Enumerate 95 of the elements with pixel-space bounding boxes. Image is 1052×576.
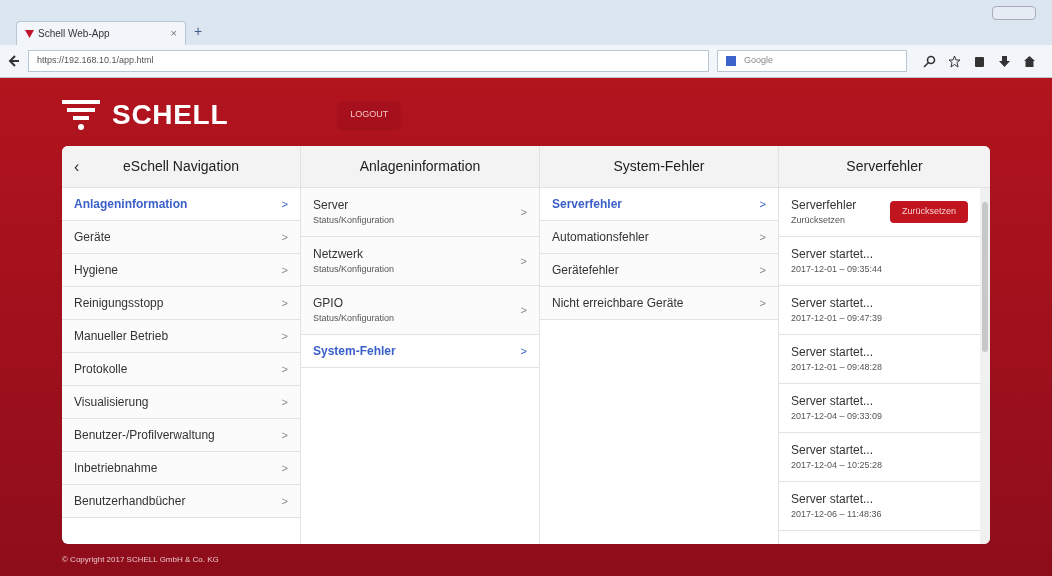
column-title: Serverfehler	[846, 157, 923, 176]
item-label: Server	[313, 197, 350, 215]
chevron-text: >	[281, 295, 288, 311]
chevron-text: >	[759, 262, 766, 278]
menu-item[interactable]: Server Status/Konfiguration >	[301, 188, 539, 237]
menu-item[interactable]: Netzwerk Status/Konfiguration >	[301, 237, 539, 286]
entry-label: Server startet...	[791, 344, 875, 362]
back-arrow-icon[interactable]	[8, 55, 20, 67]
menu-item[interactable]: Gerätefehler >	[540, 254, 778, 287]
item-subtitle: Zurücksetzen	[791, 214, 847, 228]
menu-item[interactable]: Nicht erreichbare Geräte >	[540, 287, 778, 320]
chevron-text: >	[520, 302, 527, 318]
chevron-text: >	[520, 253, 527, 269]
chevron-text: >	[281, 262, 288, 278]
column-title: eSchell Navigation	[123, 157, 239, 176]
chevron-text: >	[281, 328, 288, 344]
item-label: Inbetriebnahme	[74, 460, 158, 477]
chevron-text: >	[281, 427, 288, 443]
column-title: System-Fehler	[613, 157, 705, 176]
item-label: Serverfehler	[791, 197, 857, 215]
item-label: Reinigungsstopp	[74, 295, 164, 312]
entry-time: 2017-12-01 – 09:35:44	[791, 263, 884, 277]
item-label: Netzwerk	[313, 246, 364, 264]
chevron-text: >	[759, 295, 766, 311]
menu-item[interactable]: Inbetriebnahme >	[62, 452, 300, 485]
entry-time: 2017-12-01 – 09:48:28	[791, 361, 884, 375]
home-icon[interactable]	[1023, 54, 1036, 68]
entry-time: 2017-12-06 – 11:48:36	[791, 508, 883, 522]
menu-item[interactable]: Geräte >	[62, 221, 300, 254]
menu-item[interactable]: Benutzerhandbücher >	[62, 485, 300, 518]
item-label: Visualisierung	[74, 394, 149, 411]
chevron-text: >	[281, 394, 288, 410]
item-label: Gerätefehler	[552, 262, 619, 279]
entry-time: 2017-12-04 – 09:33:09	[791, 410, 884, 424]
logo-icon	[62, 97, 100, 133]
logo-icon	[25, 29, 34, 38]
entry-time: 2017-12-01 – 09:47:39	[791, 312, 884, 326]
menu-item[interactable]: Hygiene >	[62, 254, 300, 287]
item-label: Benutzerhandbücher	[74, 493, 186, 510]
close-tab-button[interactable]: ×	[170, 25, 177, 42]
entry-label: Server startet...	[791, 246, 875, 264]
tab-title: Schell Web-App	[38, 27, 111, 41]
chevron-text: >	[520, 204, 527, 220]
menu-item[interactable]: Manueller Betrieb >	[62, 320, 300, 353]
item-label: GPIO	[313, 295, 344, 313]
search-field[interactable]: Google	[717, 50, 907, 72]
item-label: Serverfehler	[552, 196, 623, 213]
chevron-text: >	[281, 460, 288, 476]
browser-tab[interactable]: Schell Web-App ×	[16, 21, 186, 45]
new-tab-button[interactable]: +	[194, 21, 203, 42]
chevron-text: >	[281, 196, 288, 212]
url-text: https://192.168.10.1/app.html	[37, 54, 155, 68]
chevron-text: >	[759, 229, 766, 245]
logout-button[interactable]: LOGOUT	[338, 102, 401, 128]
item-label: Manueller Betrieb	[74, 328, 169, 345]
item-label: Hygiene	[74, 262, 119, 279]
entry-label: Server startet...	[791, 442, 875, 460]
item-label: Nicht erreichbare Geräte	[552, 295, 684, 312]
chevron-text: >	[281, 493, 288, 509]
back-button[interactable]: ‹	[74, 154, 80, 179]
address-field[interactable]: https://192.168.10.1/app.html	[28, 50, 709, 72]
menu-item[interactable]: Visualisierung >	[62, 386, 300, 419]
search-engine-icon	[726, 56, 736, 66]
download-icon[interactable]	[998, 54, 1011, 68]
item-label: Benutzer-/Profilverwaltung	[74, 427, 215, 444]
menu-item[interactable]: GPIO Status/Konfiguration >	[301, 286, 539, 335]
menu-item[interactable]: Automationsfehler >	[540, 221, 778, 254]
chevron-text: >	[520, 343, 527, 359]
item-subtitle: Status/Konfiguration	[313, 263, 395, 277]
entry-time: 2017-12-04 – 10:25:28	[791, 459, 884, 473]
chevron-text: >	[281, 229, 288, 245]
item-label: Geräte	[74, 229, 111, 246]
item-subtitle: Status/Konfiguration	[313, 214, 395, 228]
column-title: Anlageninformation	[359, 157, 481, 176]
item-label: Protokolle	[74, 361, 128, 378]
item-label: Automationsfehler	[552, 229, 649, 246]
search-input[interactable]: Google	[744, 54, 898, 68]
menu-item[interactable]: Benutzer-/Profilverwaltung >	[62, 419, 300, 452]
search-icon[interactable]	[923, 54, 936, 68]
logo-text: SCHELL	[112, 98, 229, 132]
reset-button[interactable]: Zurücksetzen	[889, 201, 968, 223]
chevron-text: >	[759, 196, 766, 212]
item-subtitle: Status/Konfiguration	[313, 312, 395, 326]
entry-label: Server startet...	[791, 295, 875, 313]
chevron-text: >	[281, 361, 288, 377]
menu-item[interactable]: Reinigungsstopp >	[62, 287, 300, 320]
item-label: Anlageninformation	[74, 196, 188, 213]
item-label: System-Fehler	[313, 343, 396, 360]
scrollbar-thumb[interactable]	[982, 202, 988, 352]
entry-label: Server startet...	[791, 393, 875, 411]
menu-item[interactable]: Protokolle >	[62, 353, 300, 386]
copyright-text: © Copyright 2017 SCHELL GmbH & Co. KG	[62, 554, 219, 566]
star-icon[interactable]	[948, 54, 961, 68]
scrollbar[interactable]	[980, 188, 990, 544]
entry-label: Server startet...	[791, 491, 875, 509]
